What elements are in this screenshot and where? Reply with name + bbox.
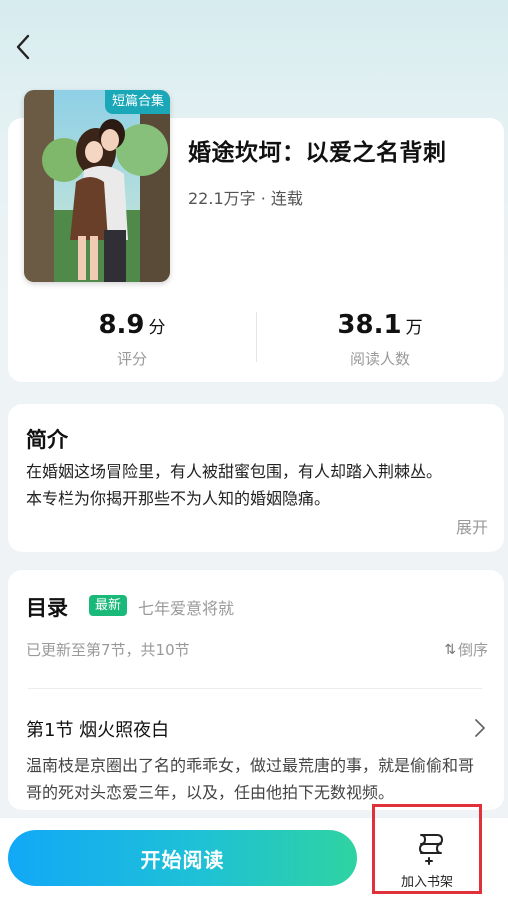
chapter-summary: 温南枝是京圈出了名的乖乖女，做过最荒唐的事，就是偷偷和哥哥的死对头恋爱三年，以及… — [26, 756, 475, 802]
expand-button[interactable]: 展开 — [456, 514, 488, 538]
bookshelf-add-icon — [419, 834, 443, 865]
book-title: 婚途坎坷：以爱之名背刺 — [188, 140, 447, 166]
rating-label: 评分 — [116, 350, 147, 368]
rating-stat: 8.9 分 评分 — [42, 310, 222, 369]
readers-label: 阅读人数 — [349, 350, 410, 368]
cover-illustration — [24, 90, 170, 282]
sort-button[interactable]: ⇅ 倒序 — [444, 639, 488, 660]
chevron-right-icon[interactable] — [474, 718, 486, 738]
rating-unit: 分 — [148, 318, 166, 338]
back-button[interactable] — [10, 30, 36, 64]
latest-chapter[interactable]: 七年爱意将就 — [138, 595, 234, 619]
readers-unit: 万 — [405, 318, 423, 338]
book-cover[interactable]: 短篇合集 — [24, 90, 170, 282]
back-arrow-icon — [16, 34, 30, 60]
readers-value: 38.1 — [337, 310, 402, 340]
intro-line-2: 本专栏为你揭开那些不为人知的婚姻隐痛。 — [26, 489, 331, 508]
chapter-title[interactable]: 第1节 烟火照夜白 — [26, 716, 169, 742]
sort-label: 倒序 — [457, 641, 488, 659]
add-to-shelf-button[interactable]: 加入书架 — [372, 804, 482, 894]
stat-divider — [256, 312, 257, 362]
toc-heading: 目录 — [26, 596, 68, 620]
intro-line-1: 在婚姻这场冒险里，有人被甜蜜包围，有人却踏入荆棘丛。 — [26, 462, 443, 481]
readers-stat: 38.1 万 阅读人数 — [290, 310, 470, 369]
intro-heading: 简介 — [26, 428, 68, 452]
book-meta: 22.1万字 · 连载 — [188, 189, 303, 208]
add-to-shelf-label: 加入书架 — [400, 875, 453, 890]
cover-badge: 短篇合集 — [104, 90, 170, 114]
new-badge: 最新 — [89, 595, 128, 616]
intro-text: 在婚姻这场冒险里，有人被甜蜜包围，有人却踏入荆棘丛。 本专栏为你揭开那些不为人知… — [26, 458, 476, 512]
update-info: 已更新至第7节，共10节 — [26, 641, 190, 659]
toc-divider — [28, 688, 482, 689]
rating-value: 8.9 — [98, 310, 145, 340]
sort-icon: ⇅ — [444, 641, 456, 658]
start-reading-button[interactable]: 开始阅读 — [8, 830, 357, 886]
